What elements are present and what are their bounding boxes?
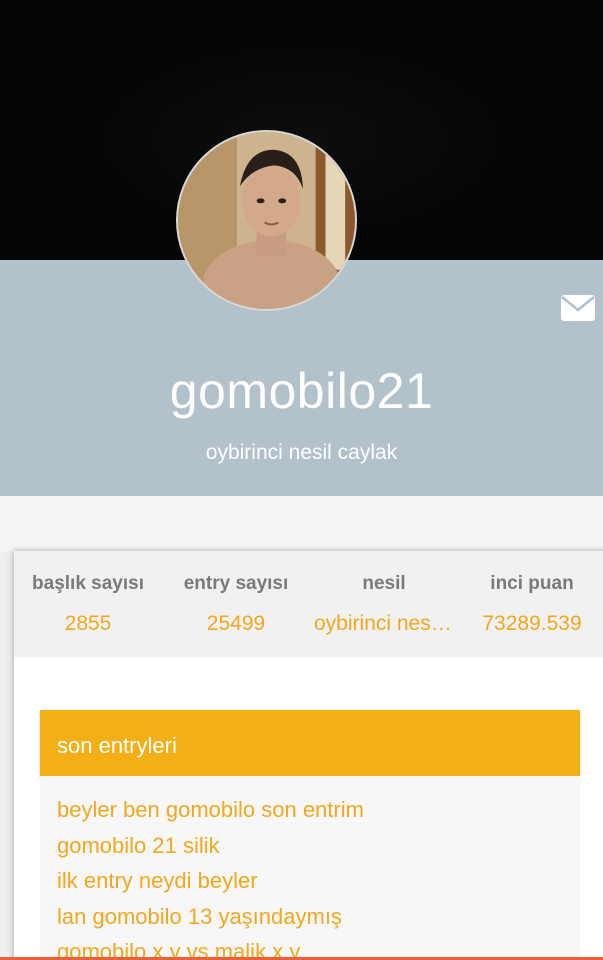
avatar-image xyxy=(178,132,355,309)
stat-value: 25499 xyxy=(206,612,266,635)
profile-card: başlık sayısı 2855 entry sayısı 25499 ne… xyxy=(14,551,603,960)
recent-entries-list: beyler ben gomobilo son entrim gomobilo … xyxy=(40,776,580,960)
username: gomobilo21 xyxy=(169,363,434,419)
mail-icon[interactable] xyxy=(560,294,596,322)
entry-link[interactable]: lan gomobilo 13 yaşındaymış xyxy=(57,899,580,935)
stat-label: inci puan xyxy=(490,573,574,594)
stat-value: 73289.539 xyxy=(482,612,582,635)
stat-label: nesil xyxy=(362,573,406,594)
entry-link[interactable]: gomobilo 21 silik xyxy=(57,828,580,864)
stat-entry-count[interactable]: entry sayısı 25499 xyxy=(162,551,310,657)
avatar[interactable] xyxy=(176,130,357,311)
stat-generation[interactable]: nesil oybirinci nesil caylak xyxy=(310,551,458,657)
entry-link[interactable]: beyler ben gomobilo son entrim xyxy=(57,792,580,828)
stat-label: başlık sayısı xyxy=(32,573,144,594)
recent-entries-header: son entryleri xyxy=(40,710,580,776)
stat-value: 2855 xyxy=(64,612,112,635)
stat-label: entry sayısı xyxy=(183,573,289,594)
spacer xyxy=(0,496,603,552)
entry-link[interactable]: ilk entry neydi beyler xyxy=(57,863,580,899)
stat-points[interactable]: inci puan 73289.539 xyxy=(458,551,603,657)
stat-topic-count[interactable]: başlık sayısı 2855 xyxy=(14,551,162,657)
stats-bar: başlık sayısı 2855 entry sayısı 25499 ne… xyxy=(14,551,603,657)
user-title: oybirinci nesil caylak xyxy=(205,441,398,464)
stat-value: oybirinci nesil caylak xyxy=(314,612,458,635)
